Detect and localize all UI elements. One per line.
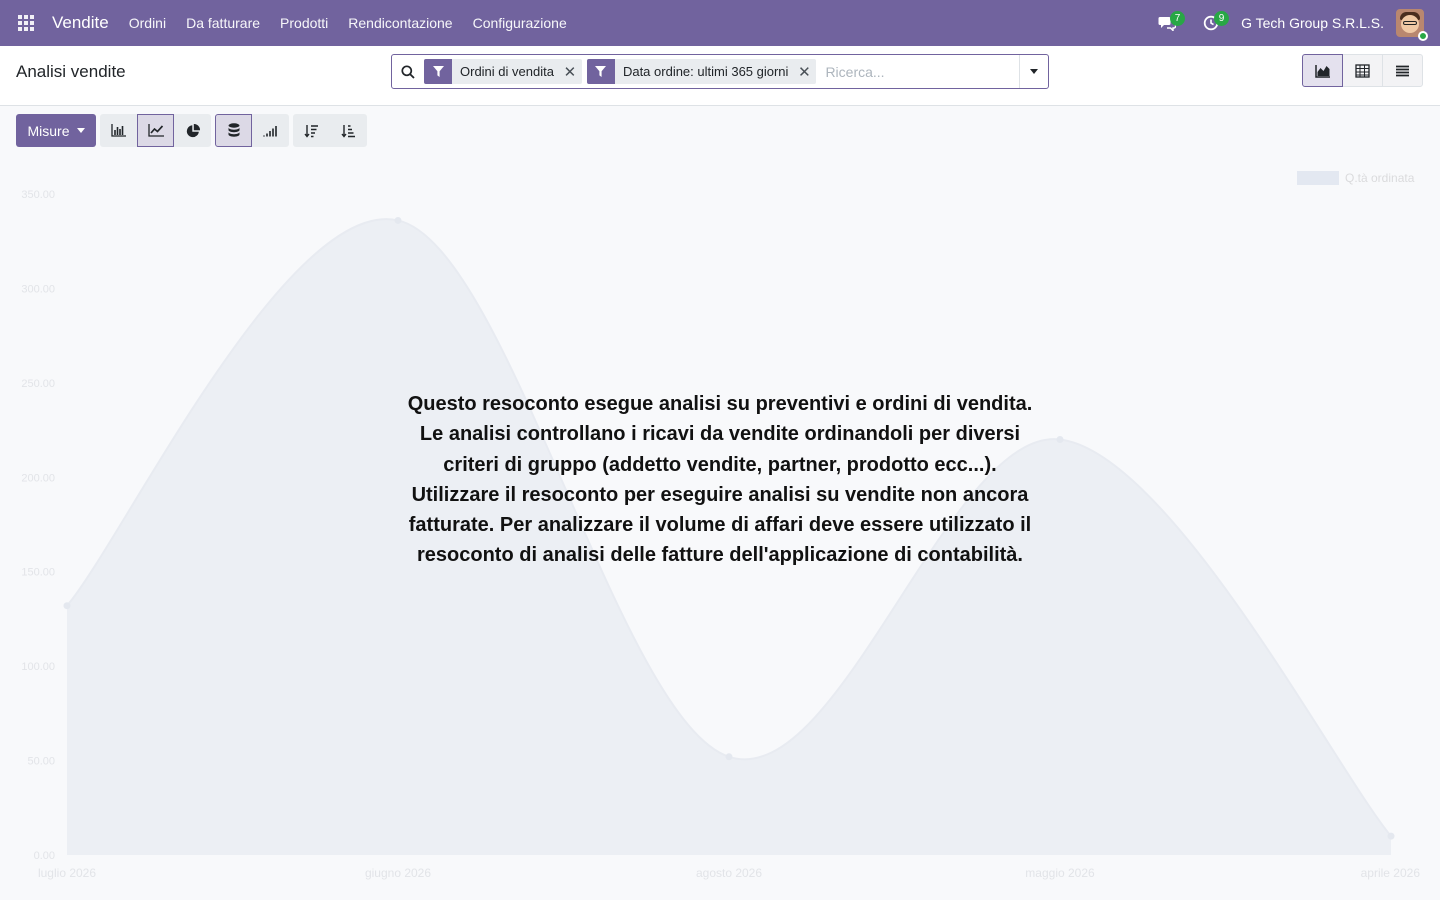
- x-tick-label: aprile 2026: [1361, 866, 1421, 880]
- data-point: [1056, 436, 1064, 444]
- y-tick-label: 300.00: [21, 283, 55, 295]
- y-tick-label: 50.00: [27, 756, 55, 768]
- y-tick-label: 100.00: [21, 661, 55, 673]
- chart-legend: Q.tà ordinata: [1297, 171, 1414, 185]
- y-tick-label: 200.00: [21, 472, 55, 484]
- x-tick-label: agosto 2026: [696, 866, 762, 880]
- legend-swatch: [1297, 171, 1339, 185]
- data-point: [394, 216, 402, 224]
- area-chart-icon: [1314, 64, 1330, 78]
- data-point: [725, 753, 733, 761]
- y-tick-label: 350.00: [21, 189, 55, 201]
- y-tick-label: 250.00: [21, 378, 55, 390]
- y-tick-label: 0.00: [34, 850, 55, 862]
- x-tick-label: luglio 2026: [38, 866, 96, 880]
- graph-view-button[interactable]: [1302, 54, 1343, 87]
- y-tick-label: 150.00: [21, 567, 55, 579]
- data-point: [1387, 832, 1395, 840]
- x-tick-label: maggio 2026: [1025, 866, 1095, 880]
- x-tick-label: giugno 2026: [365, 866, 431, 880]
- data-point: [63, 602, 71, 610]
- no-content-help: Questo resoconto esegue analisi su preve…: [407, 393, 1033, 567]
- legend-label: Q.tà ordinata: [1345, 171, 1415, 185]
